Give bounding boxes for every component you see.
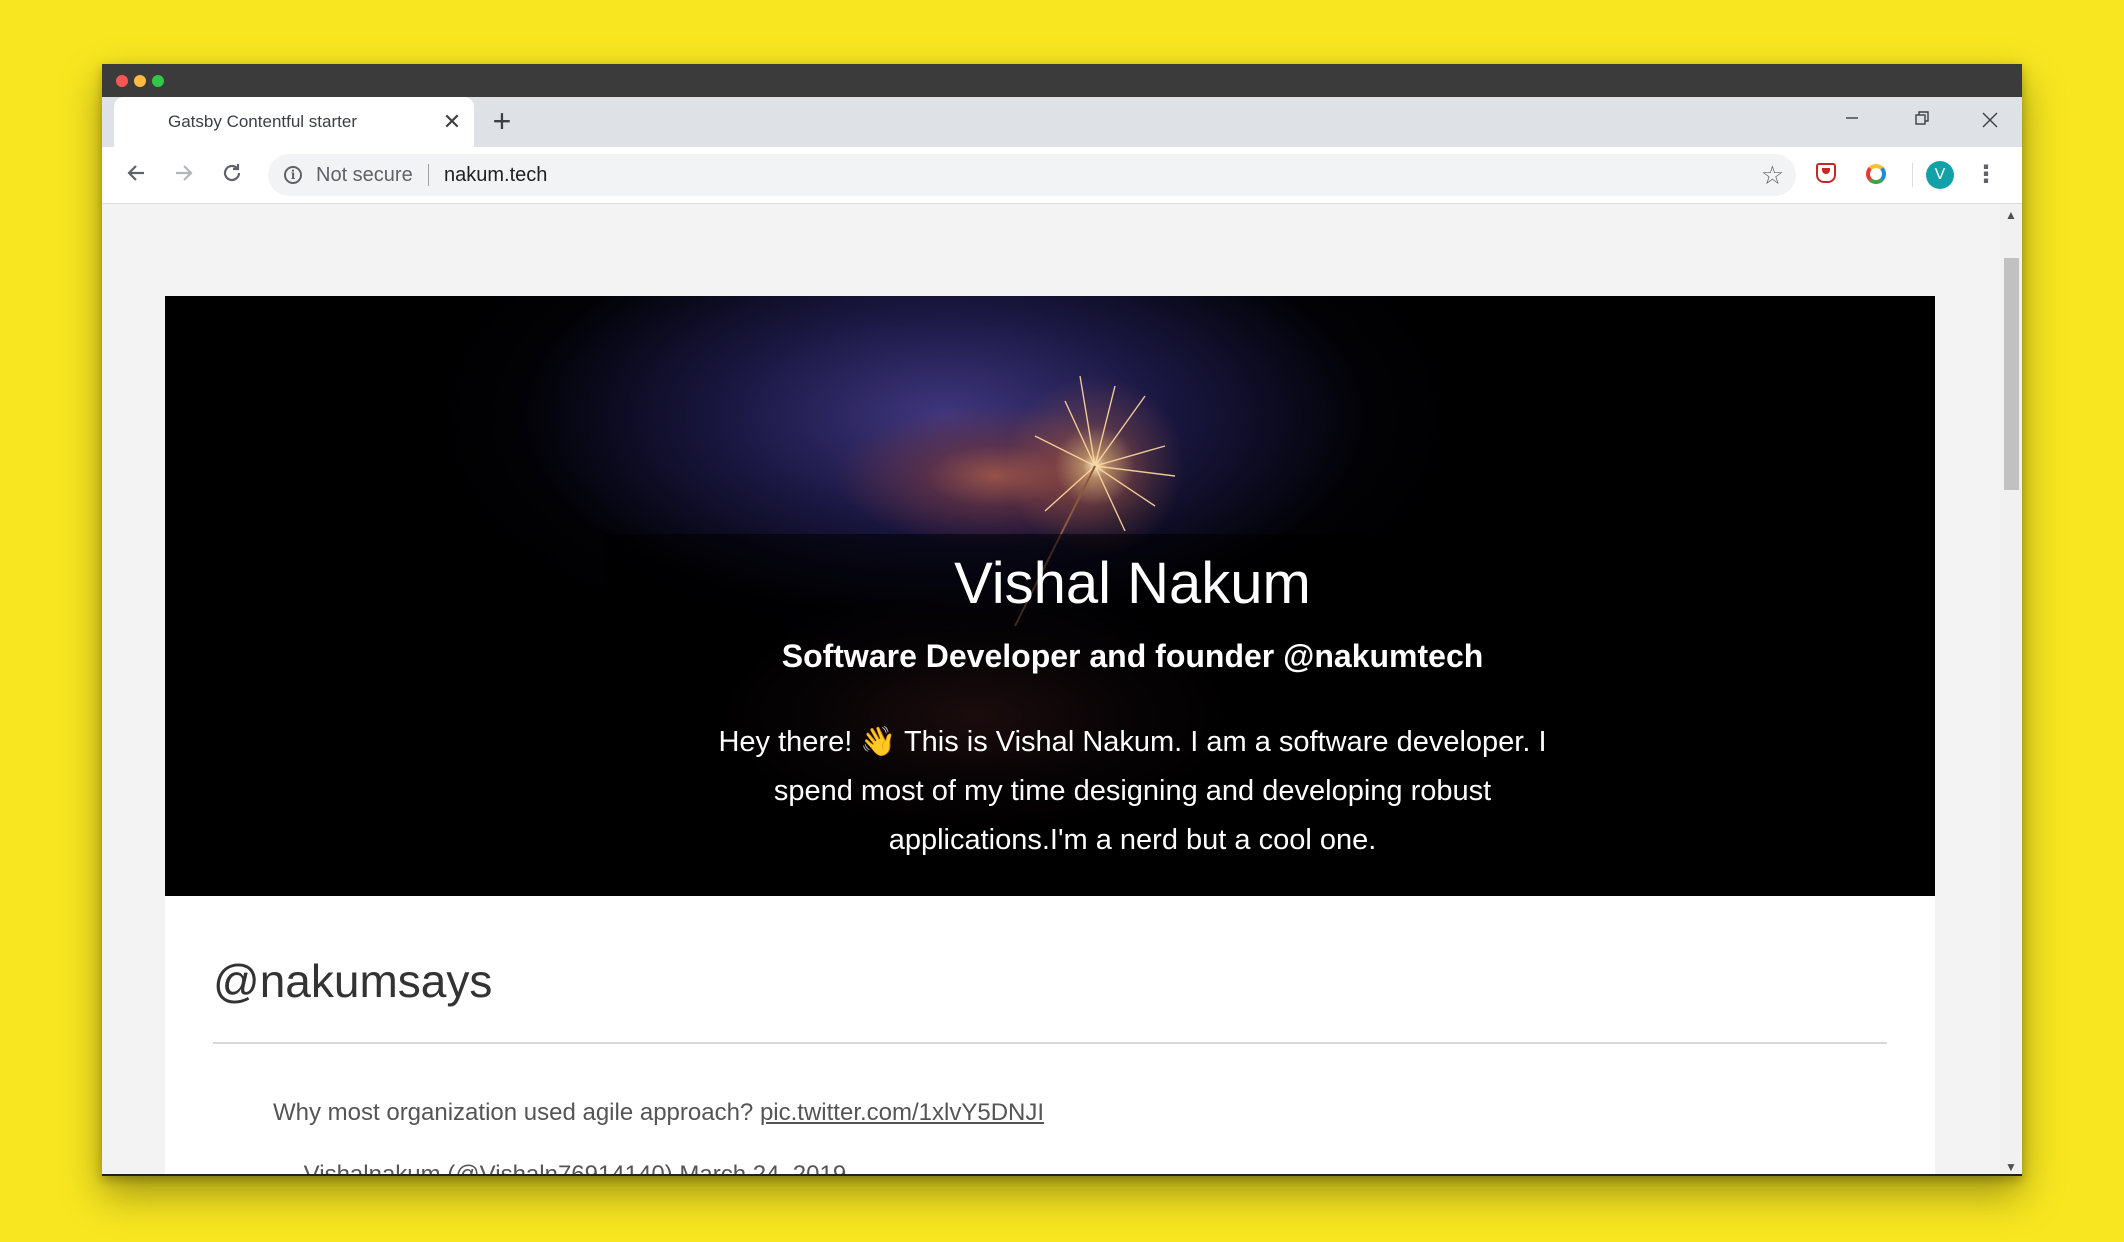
scroll-up-arrow-icon[interactable]: ▲ [2000, 206, 2022, 224]
page-viewport: Vishal Nakum Software Developer and foun… [102, 204, 2022, 1176]
reload-icon[interactable] [216, 159, 248, 191]
avatar[interactable]: V [1926, 161, 1954, 189]
title-bar [102, 64, 2022, 97]
colorful-ring-icon[interactable] [1862, 161, 1890, 189]
tweet-body: Why most organization used agile approac… [273, 1099, 754, 1126]
security-label: Not secure [316, 164, 413, 186]
browser-window: Gatsby Contentful starter ✕ + i Not secu… [102, 64, 2022, 1176]
scrollbar-thumb[interactable] [2004, 258, 2019, 490]
divider [213, 1042, 1887, 1044]
tab-gatsby[interactable]: Gatsby Contentful starter ✕ [114, 97, 474, 147]
address-bar[interactable]: i Not secure nakum.tech ☆ [268, 154, 1796, 196]
tab-title: Gatsby Contentful starter [168, 112, 357, 131]
zoom-dot-icon[interactable] [152, 75, 164, 87]
divider [428, 164, 429, 186]
close-icon[interactable] [1970, 105, 2010, 135]
new-tab-button[interactable]: + [486, 105, 518, 138]
tweet-image-link[interactable]: pic.twitter.com/1xlvY5DNJI [760, 1099, 1044, 1126]
section-title: @nakumsays [213, 955, 493, 1007]
arrow-right-icon[interactable] [168, 159, 200, 191]
restore-icon[interactable] [1902, 105, 1942, 135]
arrow-left-icon[interactable] [120, 159, 152, 191]
hero-subtitle: Software Developer and founder @nakumtec… [781, 638, 1484, 674]
close-dot-icon[interactable] [116, 75, 128, 87]
hero-banner: Vishal Nakum Software Developer and foun… [165, 296, 1935, 896]
page-content: Vishal Nakum Software Developer and foun… [165, 296, 1935, 1176]
hero-bio: Hey there! 👋 This is Vishal Nakum. I am … [718, 726, 1547, 856]
hero-text-panel: Vishal Nakum Software Developer and foun… [605, 534, 1660, 896]
minimize-dot-icon[interactable] [134, 75, 146, 87]
tweet-text: Why most organization used agile approac… [273, 1096, 1887, 1130]
divider [1912, 163, 1913, 187]
star-icon[interactable]: ☆ [1761, 160, 1784, 190]
kebab-menu-icon[interactable]: ⋮ [1974, 161, 1998, 189]
hero-name: Vishal Nakum [954, 551, 1311, 616]
window-bottom-edge [102, 1174, 2022, 1176]
browser-toolbar: i Not secure nakum.tech ☆ V ⋮ [102, 147, 2022, 204]
pocket-icon[interactable] [1812, 161, 1840, 189]
info-icon[interactable]: i [284, 166, 302, 184]
minimize-icon[interactable] [1832, 105, 1872, 135]
vertical-scrollbar[interactable]: ▲ ▼ [2000, 204, 2022, 1176]
twitter-section: @nakumsays Why most organization used ag… [213, 916, 1887, 1176]
tab-close-icon[interactable]: ✕ [440, 110, 464, 134]
url-text[interactable]: nakum.tech [444, 154, 547, 196]
tab-strip: Gatsby Contentful starter ✕ + [102, 97, 2022, 147]
